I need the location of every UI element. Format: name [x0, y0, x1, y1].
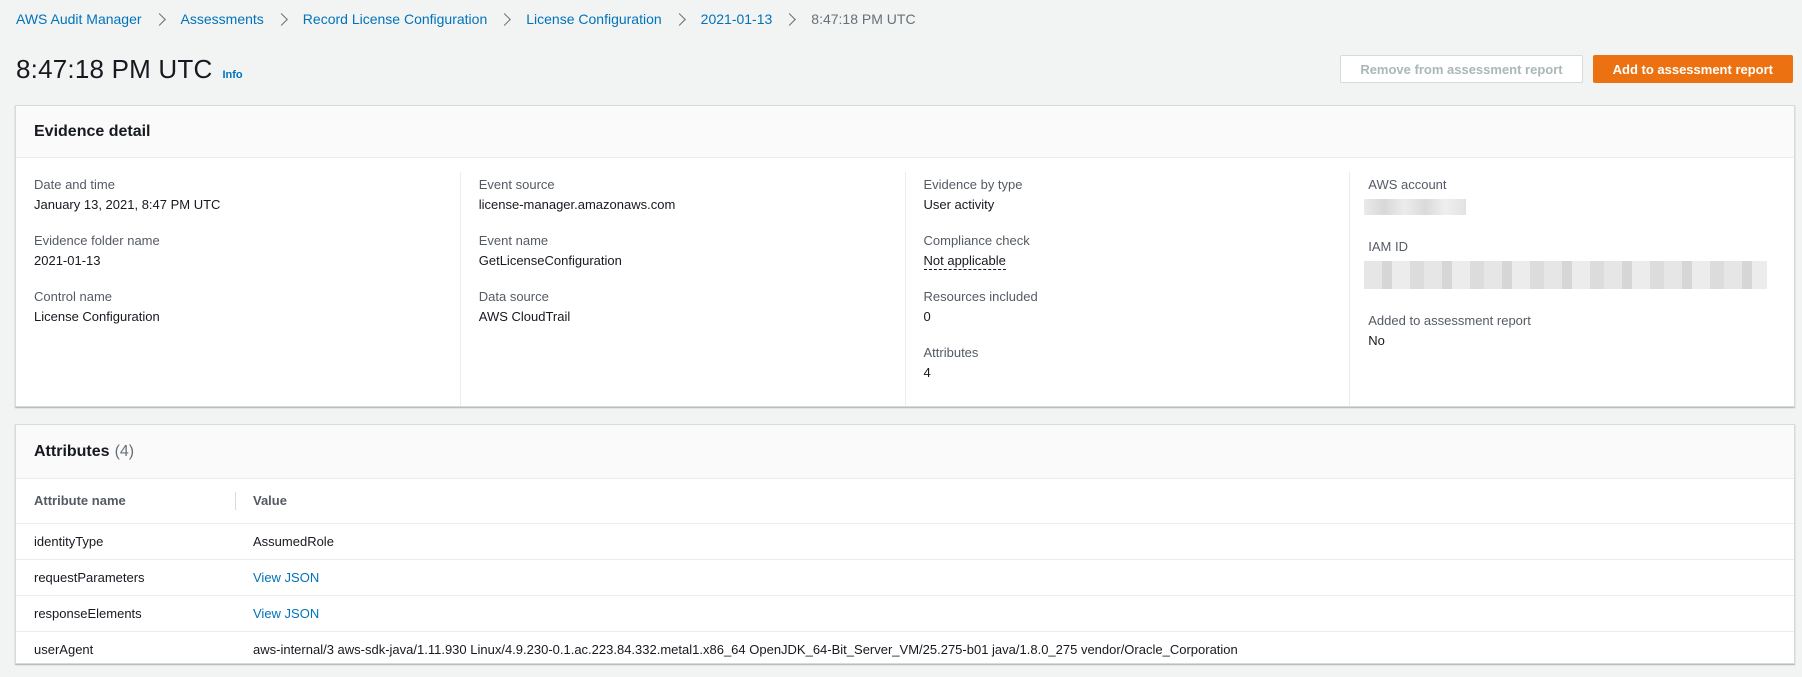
table-header-row: Attribute name Value	[16, 479, 1794, 524]
event-source-value: license-manager.amazonaws.com	[478, 197, 676, 212]
chevron-right-icon	[783, 12, 797, 26]
aws-account-wrapper	[1364, 196, 1776, 220]
view-json-link[interactable]: View JSON	[253, 570, 319, 585]
aws-account-label: AWS account	[1368, 177, 1447, 192]
added-to-report-label: Added to assessment report	[1368, 313, 1531, 328]
kv-event-name: Event name GetLicenseConfiguration	[479, 233, 887, 270]
view-json-link[interactable]: View JSON	[253, 606, 319, 621]
breadcrumb-control[interactable]: License Configuration	[526, 11, 661, 27]
attribute-value-cell: View JSON	[236, 559, 1794, 596]
table-row: requestParameters View JSON	[16, 559, 1794, 596]
event-source-label: Event source	[478, 177, 555, 192]
attribute-name-cell: requestParameters	[16, 559, 236, 596]
kv-attributes-count: Attributes 4	[924, 345, 1332, 382]
kv-compliance-check: Compliance check Not applicable	[923, 233, 1332, 270]
evidence-column-1: Date and time January 13, 2021, 8:47 PM …	[16, 172, 460, 406]
kv-date-time: Date and time January 13, 2021, 8:47 PM …	[34, 177, 442, 214]
breadcrumb-audit-manager[interactable]: AWS Audit Manager	[16, 11, 142, 27]
control-name-label: Control name	[34, 289, 113, 304]
kv-aws-account: AWS account	[1364, 177, 1776, 220]
page-title: 8:47:18 PM UTC	[16, 53, 213, 84]
kv-event-source: Event source license-manager.amazonaws.c…	[479, 177, 887, 214]
remove-from-report-button[interactable]: Remove from assessment report	[1340, 55, 1583, 83]
attributes-panel: Attributes (4) Attribute name Value iden…	[15, 424, 1795, 664]
iam-id-wrapper	[1364, 258, 1776, 294]
attribute-value-cell: aws-internal/3 aws-sdk-java/1.11.930 Lin…	[253, 641, 1238, 657]
attributes-count-label: Attributes	[923, 345, 979, 360]
evidence-type-value: User activity	[923, 197, 995, 212]
info-link[interactable]: Info	[222, 69, 242, 81]
evidence-detail-header: Evidence detail	[16, 106, 1794, 158]
kv-evidence-type: Evidence by type User activity	[924, 177, 1332, 214]
folder-name-value: 2021-01-13	[34, 253, 101, 268]
kv-iam-id: IAM ID	[1364, 239, 1776, 294]
attributes-header: Attributes (4)	[16, 425, 1794, 479]
event-name-value: GetLicenseConfiguration	[478, 253, 622, 268]
kv-added-to-report: Added to assessment report No	[1368, 313, 1776, 350]
breadcrumb-current: 8:47:18 PM UTC	[811, 11, 916, 27]
attribute-value-cell: View JSON	[236, 595, 1794, 632]
breadcrumb-evidence-folder[interactable]: 2021-01-13	[701, 11, 773, 27]
chevron-right-icon	[672, 12, 686, 26]
kv-resources-included: Resources included 0	[924, 289, 1332, 326]
added-to-report-value: No	[1368, 333, 1385, 348]
evidence-detail-panel: Evidence detail Date and time January 13…	[15, 105, 1795, 407]
table-row: responseElements View JSON	[16, 595, 1794, 632]
table-row: identityType AssumedRole	[16, 523, 1794, 560]
evidence-column-2: Event source license-manager.amazonaws.c…	[459, 172, 905, 406]
resources-included-value: 0	[923, 309, 931, 324]
control-name-value: License Configuration	[34, 309, 160, 324]
attribute-value-cell: AssumedRole	[236, 523, 1794, 560]
kv-control-name: Control name License Configuration	[34, 289, 442, 326]
evidence-column-4: AWS account IAM ID Added to assessment r…	[1349, 172, 1794, 406]
column-header-attribute-name: Attribute name	[16, 479, 236, 524]
attributes-count: (4)	[114, 442, 135, 460]
chevron-right-icon	[274, 12, 288, 26]
compliance-check-value[interactable]: Not applicable	[923, 253, 1006, 270]
compliance-check-label: Compliance check	[923, 233, 1030, 248]
table-row: userAgent aws-internal/3 aws-sdk-java/1.…	[16, 631, 1794, 667]
attributes-count-value: 4	[923, 365, 931, 380]
breadcrumb-assessment[interactable]: Record License Configuration	[303, 11, 487, 27]
title-group: 8:47:18 PM UTC Info	[16, 54, 243, 85]
breadcrumb: AWS Audit Manager Assessments Record Lic…	[16, 11, 916, 27]
data-source-value: AWS CloudTrail	[478, 309, 571, 324]
column-header-value: Value	[236, 479, 1794, 524]
evidence-columns: Date and time January 13, 2021, 8:47 PM …	[16, 158, 1794, 406]
iam-id-redacted	[1364, 261, 1768, 289]
event-name-label: Event name	[478, 233, 549, 248]
header-actions: Remove from assessment report Add to ass…	[1340, 55, 1793, 83]
evidence-column-3: Evidence by type User activity Complianc…	[904, 172, 1350, 406]
date-time-value: January 13, 2021, 8:47 PM UTC	[34, 197, 221, 212]
resources-included-label: Resources included	[923, 289, 1038, 304]
add-to-report-button[interactable]: Add to assessment report	[1592, 55, 1793, 83]
kv-data-source: Data source AWS CloudTrail	[479, 289, 887, 326]
attribute-name-cell: responseElements	[16, 595, 236, 632]
breadcrumb-assessments[interactable]: Assessments	[181, 11, 264, 27]
iam-id-label: IAM ID	[1368, 239, 1408, 254]
page-header: 8:47:18 PM UTC Info Remove from assessme…	[16, 52, 1794, 86]
attributes-title: Attributes	[34, 442, 110, 460]
compliance-check-wrapper: Not applicable	[923, 252, 1332, 270]
chevron-right-icon	[498, 12, 512, 26]
attribute-name-cell: identityType	[16, 523, 236, 560]
date-time-label: Date and time	[34, 177, 115, 192]
evidence-type-label: Evidence by type	[923, 177, 1023, 192]
data-source-label: Data source	[478, 289, 549, 304]
folder-name-label: Evidence folder name	[34, 233, 160, 248]
kv-folder-name: Evidence folder name 2021-01-13	[34, 233, 442, 270]
evidence-detail-title: Evidence detail	[34, 122, 151, 140]
attribute-name-cell: userAgent	[34, 641, 94, 657]
aws-account-redacted	[1364, 199, 1467, 215]
attributes-table: Attribute name Value identityType Assume…	[16, 479, 1794, 667]
chevron-right-icon	[152, 12, 166, 26]
